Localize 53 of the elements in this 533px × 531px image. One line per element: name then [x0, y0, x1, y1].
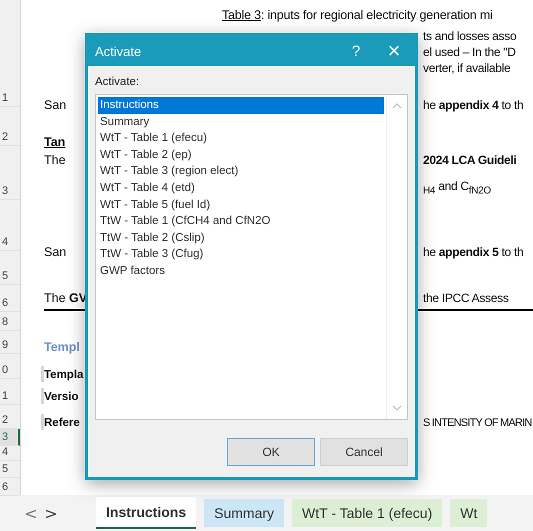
sheet-list[interactable] — [95, 94, 408, 420]
row-number[interactable]: 4 — [0, 446, 20, 461]
list-item[interactable]: Instructions — [98, 97, 384, 114]
cell-text: Templ — [44, 340, 80, 354]
row-number[interactable]: 5 — [0, 461, 20, 478]
cell-text: The — [44, 153, 66, 167]
row-number[interactable]: 2 — [0, 107, 20, 146]
cell-text: he appendix 4 to th — [423, 98, 524, 112]
cell-text: $_{H4}$ and C$_{fN2O}$ — [423, 179, 491, 194]
cell-text: ts and losses asso — [423, 29, 516, 43]
list-item[interactable]: TtW - Table 3 (Cfug) — [98, 246, 384, 263]
list-label: Activate: — [95, 76, 140, 88]
cancel-button[interactable]: Cancel — [320, 438, 408, 466]
sheet-tab[interactable]: WtT - Table 1 (efecu) — [292, 499, 442, 527]
cell-text: el used – In the "D — [423, 45, 516, 59]
sheet-tab[interactable]: Summary — [204, 499, 284, 527]
row-number[interactable]: 4 — [0, 200, 20, 251]
list-item[interactable]: TtW - Table 1 (CfCH4 and CfN2O — [98, 213, 384, 230]
cell-text: he appendix 5 to th — [423, 245, 524, 259]
list-item[interactable]: Summary — [98, 114, 384, 130]
cell-text: Table 3: inputs for regional electricity generation mi — [222, 8, 493, 22]
row-number[interactable]: 1 — [0, 80, 20, 107]
row-number[interactable]: 6 — [0, 285, 20, 312]
scroll-down-icon[interactable] — [392, 405, 402, 411]
dialog-title: Activate — [95, 44, 142, 58]
list-item[interactable]: WtT - Table 2 (ep) — [98, 146, 384, 164]
scroll-up-icon[interactable] — [392, 103, 402, 109]
row-number[interactable]: 3 — [0, 429, 20, 446]
list-item[interactable]: TtW - Table 2 (Cslip) — [98, 230, 384, 246]
cell-text: Refere — [44, 417, 80, 429]
row-number[interactable]: 0 — [0, 354, 20, 379]
sheet-tab[interactable]: Wt — [450, 499, 488, 527]
row-number[interactable]: 9 — [0, 331, 20, 354]
list-item[interactable]: WtT - Table 5 (fuel Id) — [98, 196, 384, 214]
cell-text: San — [44, 245, 66, 259]
sheet-tab[interactable]: Instructions — [96, 497, 196, 529]
cell-text: the IPCC Assess — [423, 291, 509, 305]
list-item[interactable]: WtT - Table 3 (region elect) — [98, 163, 384, 180]
list-item[interactable]: GWP factors — [98, 262, 384, 280]
cell-text: S INTENSITY OF MARIN — [423, 417, 532, 429]
cell-text: Tan — [44, 135, 66, 149]
list-item[interactable]: WtT - Table 4 (etd) — [98, 180, 384, 197]
ok-button[interactable]: OK — [227, 438, 315, 466]
cell-text: Templa — [44, 369, 84, 381]
cell-text: 2024 LCA Guideli — [423, 153, 516, 167]
row-number[interactable]: 1 — [0, 379, 20, 405]
list-item[interactable]: WtT - Table 1 (efecu) — [98, 130, 384, 147]
row-number[interactable]: 8 — [0, 312, 20, 331]
row-number[interactable]: 3 — [0, 146, 20, 200]
cell-text: Versio — [44, 391, 79, 403]
row-number[interactable]: 5 — [0, 251, 20, 285]
cell-text: San — [44, 98, 66, 112]
cell-text: verter, if available — [423, 61, 510, 75]
